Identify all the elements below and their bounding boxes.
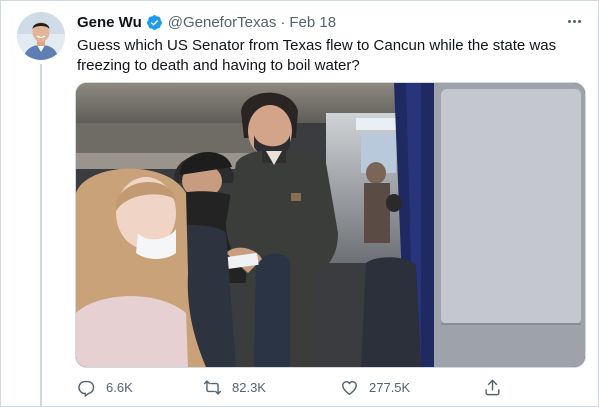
author-display-name[interactable]: Gene Wu xyxy=(77,14,142,31)
retweet-button[interactable]: 82.3K xyxy=(203,375,266,399)
like-count: 277.5K xyxy=(369,379,411,395)
thread-line xyxy=(40,64,42,406)
reply-button[interactable]: 6.6K xyxy=(77,375,133,399)
verified-badge-icon xyxy=(146,14,163,31)
tweet-header: Gene Wu @GeneforTexas · Feb 18 xyxy=(77,12,336,32)
tweet-text: Guess which US Senator from Texas flew t… xyxy=(77,37,557,74)
avatar-image xyxy=(17,12,65,60)
author-handle[interactable]: @GeneforTexas xyxy=(168,14,277,31)
tweet-actions: 6.6K 82.3K 277.5K xyxy=(77,375,500,399)
avatar[interactable] xyxy=(17,12,65,60)
reply-icon xyxy=(77,378,96,397)
heart-icon xyxy=(340,378,359,397)
reply-count: 6.6K xyxy=(106,379,133,395)
share-icon xyxy=(483,378,502,397)
more-options-icon[interactable] xyxy=(564,13,584,29)
tweet-photo[interactable] xyxy=(75,82,586,368)
share-button[interactable] xyxy=(483,375,512,399)
airplane-cabin-photo xyxy=(76,83,585,367)
retweet-count: 82.3K xyxy=(232,379,266,395)
tweet-card[interactable]: Gene Wu @GeneforTexas · Feb 18 Guess whi… xyxy=(0,0,599,407)
like-button[interactable]: 277.5K xyxy=(340,375,410,399)
retweet-icon xyxy=(203,378,222,397)
separator-dot: · xyxy=(280,13,286,31)
tweet-date[interactable]: Feb 18 xyxy=(289,14,336,31)
